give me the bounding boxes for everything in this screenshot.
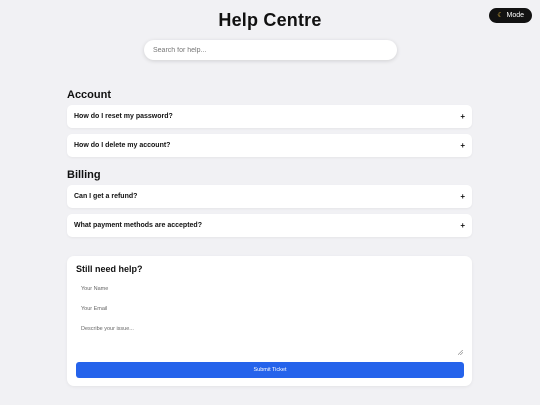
email-field[interactable] [76,301,464,317]
faq-item[interactable]: What payment methods are accepted? + [67,214,472,237]
submit-ticket-button[interactable]: Submit Ticket [76,362,464,378]
expand-plus-icon[interactable]: + [460,221,465,230]
page-title: Help Centre [218,10,322,30]
expand-plus-icon[interactable]: + [460,192,465,201]
faq-question: Can I get a refund? [74,193,138,200]
help-centre-page: ☾ Mode Help Centre Account How do I rese… [0,0,540,405]
ticket-form-title: Still need help? [76,264,143,274]
faq-question: How do I delete my account? [74,142,171,149]
section-title-account: Account [67,89,111,101]
section-title-billing: Billing [67,169,101,181]
issue-description-field[interactable] [76,322,464,357]
textarea-resize-handle[interactable] [458,350,463,355]
expand-plus-icon[interactable]: + [460,112,465,121]
support-ticket-form: Still need help? Submit Ticket [67,256,472,386]
expand-plus-icon[interactable]: + [460,141,465,150]
faq-item[interactable]: How do I delete my account? + [67,134,472,157]
faq-item[interactable]: Can I get a refund? + [67,185,472,208]
faq-question: What payment methods are accepted? [74,222,202,229]
faq-item[interactable]: How do I reset my password? + [67,105,472,128]
faq-question: How do I reset my password? [74,113,173,120]
search-input[interactable] [144,40,397,60]
name-field[interactable] [76,281,464,297]
